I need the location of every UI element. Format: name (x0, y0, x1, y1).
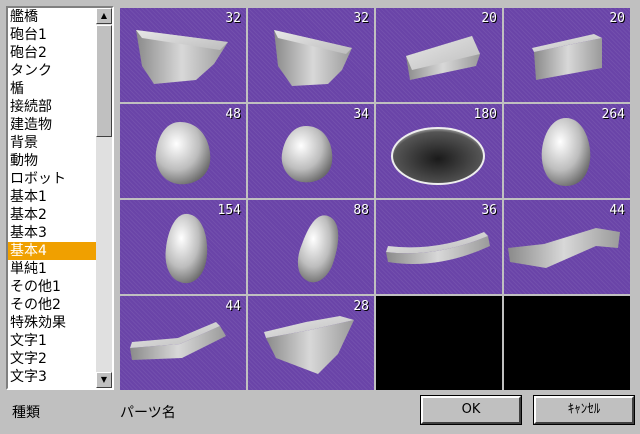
part-tile[interactable]: 264 (504, 104, 630, 198)
category-listbox[interactable]: 艦橋 砲台1 砲台2 タンク楯接続部 建造物 背景 動物 ロボット 基本1 基本2 基本3 基本4 単純… (6, 6, 114, 390)
polygon-count: 44 (609, 203, 625, 218)
part-name-label: パーツ名 (120, 405, 176, 421)
polygon-count: 264 (601, 107, 625, 122)
category-item[interactable]: 艦橋 (8, 8, 96, 26)
category-item[interactable]: 砲台2 (8, 44, 96, 62)
category-item[interactable]: 文字2 (8, 350, 96, 368)
category-item[interactable]: 基本2 (8, 206, 96, 224)
category-item[interactable]: その他2 (8, 296, 96, 314)
category-item[interactable]: 楯 (8, 80, 96, 98)
category-item[interactable]: 基本1 (8, 188, 96, 206)
category-item[interactable]: 基本3 (8, 224, 96, 242)
category-item[interactable]: 背景 (8, 134, 96, 152)
part-tile[interactable]: 36 (376, 200, 502, 294)
part-tile[interactable]: 154 (120, 200, 246, 294)
polygon-count: 34 (353, 107, 369, 122)
polygon-count: 32 (225, 11, 241, 26)
parts-grid: 32 32 20 20 48 34 180 264 154 88 36 44 44 28 (120, 8, 632, 392)
category-item[interactable]: 動物 (8, 152, 96, 170)
part-tile-empty[interactable] (504, 296, 630, 390)
ok-button[interactable]: OK (420, 395, 522, 425)
category-item[interactable]: 単純1 (8, 260, 96, 278)
part-tile[interactable]: 28 (248, 296, 374, 390)
polygon-count: 48 (225, 107, 241, 122)
part-tile[interactable]: 20 (376, 8, 502, 102)
category-item[interactable]: 文字3 (8, 368, 96, 386)
category-item[interactable]: 砲台1 (8, 26, 96, 44)
category-item[interactable]: 文字1 (8, 332, 96, 350)
category-item[interactable]: ロボット (8, 170, 96, 188)
scroll-down-icon[interactable]: ▼ (96, 372, 112, 388)
polygon-count: 20 (609, 11, 625, 26)
part-tile[interactable]: 44 (504, 200, 630, 294)
part-tile[interactable]: 20 (504, 8, 630, 102)
polygon-count: 44 (225, 299, 241, 314)
category-item[interactable]: 接続部 (8, 98, 96, 116)
category-item[interactable]: 基本4 (8, 242, 96, 260)
part-tile[interactable]: 34 (248, 104, 374, 198)
part-tile[interactable]: 32 (120, 8, 246, 102)
polygon-count: 32 (353, 11, 369, 26)
category-item[interactable]: その他1 (8, 278, 96, 296)
polygon-count: 88 (353, 203, 369, 218)
list-scrollbar[interactable]: ▲ ▼ (96, 8, 112, 388)
category-item[interactable]: 建造物 (8, 116, 96, 134)
scroll-up-icon[interactable]: ▲ (96, 8, 112, 24)
part-tile[interactable]: 44 (120, 296, 246, 390)
polygon-count: 154 (217, 203, 241, 218)
category-item[interactable]: タンク (8, 62, 96, 80)
polygon-count: 36 (481, 203, 497, 218)
part-tile[interactable]: 48 (120, 104, 246, 198)
part-tile[interactable]: 88 (248, 200, 374, 294)
polygon-count: 180 (473, 107, 497, 122)
category-item[interactable]: 特殊効果 (8, 314, 96, 332)
part-tile[interactable]: 180 (376, 104, 502, 198)
category-list[interactable]: 艦橋 砲台1 砲台2 タンク楯接続部 建造物 背景 動物 ロボット 基本1 基本2 基本3 基本4 単純… (8, 8, 96, 388)
polygon-count: 20 (481, 11, 497, 26)
polygon-count: 28 (353, 299, 369, 314)
scroll-thumb[interactable] (96, 25, 112, 137)
part-tile-empty[interactable] (376, 296, 502, 390)
part-tile[interactable]: 32 (248, 8, 374, 102)
cancel-button[interactable]: ｷｬﾝｾﾙ (533, 395, 635, 425)
kind-label: 種類 (12, 405, 40, 421)
